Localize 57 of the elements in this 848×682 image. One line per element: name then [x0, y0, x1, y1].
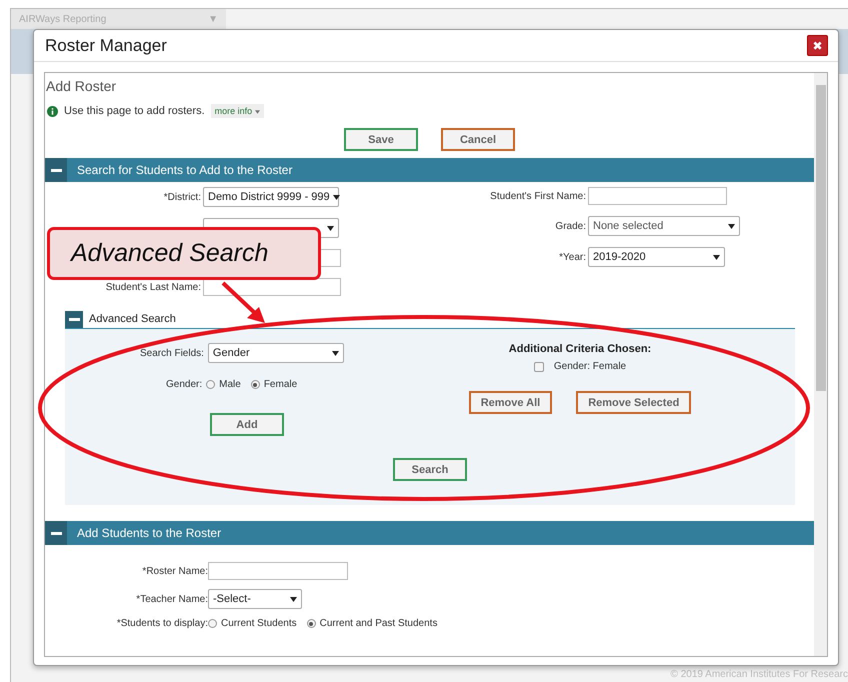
- annotation-tooltip: Advanced Search: [47, 227, 321, 280]
- criteria-title: Additional Criteria Chosen:: [508, 343, 652, 355]
- checkbox[interactable]: [534, 362, 544, 372]
- annotation-arrow: [222, 282, 265, 323]
- page-title: Add Roster: [45, 77, 118, 94]
- input-field[interactable]: [588, 187, 727, 205]
- radio-label: Current and Past Students: [320, 618, 438, 629]
- field-label: *Students to display:: [116, 618, 208, 629]
- collapse-icon[interactable]: [45, 158, 67, 182]
- field-label: Grade:: [555, 220, 586, 232]
- field-label: Student's Last Name:: [106, 282, 201, 292]
- action-button[interactable]: Cancel: [441, 128, 515, 151]
- collapse-icon[interactable]: [65, 310, 83, 328]
- criteria-label: Gender: Female: [554, 361, 626, 372]
- radio-button[interactable]: [206, 380, 216, 389]
- remove-button[interactable]: Remove Selected: [576, 391, 692, 414]
- select-field[interactable]: Gender: [208, 343, 344, 363]
- caret-icon: [332, 194, 340, 200]
- section-header[interactable]: Add Students to the Roster: [45, 521, 814, 545]
- caret-icon: [713, 254, 720, 260]
- info-text: Use this page to add rosters.: [64, 105, 205, 117]
- input-field[interactable]: [208, 562, 348, 580]
- caret-icon: [254, 110, 260, 114]
- field-label: *District:: [164, 192, 201, 202]
- scrollbar[interactable]: [814, 73, 827, 656]
- caret-icon: [728, 224, 735, 228]
- field-label: *Teacher Name:: [136, 594, 208, 604]
- field-label: *Roster Name:: [142, 566, 208, 576]
- field-label: Search Fields:: [140, 348, 204, 358]
- radio-label: Male: [219, 379, 241, 390]
- caret-icon: [332, 350, 339, 356]
- radio-label: Current Students: [221, 618, 297, 629]
- field-label: Student's First Name:: [490, 190, 586, 202]
- search-button[interactable]: Search: [393, 458, 467, 481]
- subsection-title: Advanced Search: [88, 313, 176, 325]
- select-field[interactable]: None selected: [588, 216, 740, 236]
- field-label: *Year:: [559, 252, 586, 262]
- caret-icon: [327, 226, 334, 230]
- radio-button[interactable]: [306, 619, 316, 628]
- more-info-link[interactable]: more info: [210, 104, 264, 118]
- close-button[interactable]: ✖: [807, 35, 828, 56]
- select-field[interactable]: -Select-: [208, 589, 302, 609]
- radio-label: Female: [264, 379, 298, 390]
- caret-icon: [290, 596, 297, 602]
- action-button[interactable]: Save: [344, 128, 418, 151]
- add-button[interactable]: Add: [210, 413, 284, 436]
- section-header[interactable]: Search for Students to Add to the Roster: [45, 158, 814, 182]
- dialog-title: Roster Manager: [45, 36, 167, 56]
- info-icon: [47, 106, 58, 116]
- field-label: Gender:: [166, 379, 202, 390]
- copyright-text: © 2019 American Institutes For Researc: [670, 669, 848, 682]
- remove-button[interactable]: Remove All: [468, 391, 552, 414]
- select-field[interactable]: 2019-2020: [588, 247, 725, 267]
- collapse-icon[interactable]: [45, 521, 67, 545]
- select-field[interactable]: Demo District 9999 - 999: [203, 187, 339, 207]
- radio-button[interactable]: [250, 380, 260, 389]
- radio-button[interactable]: [208, 619, 217, 628]
